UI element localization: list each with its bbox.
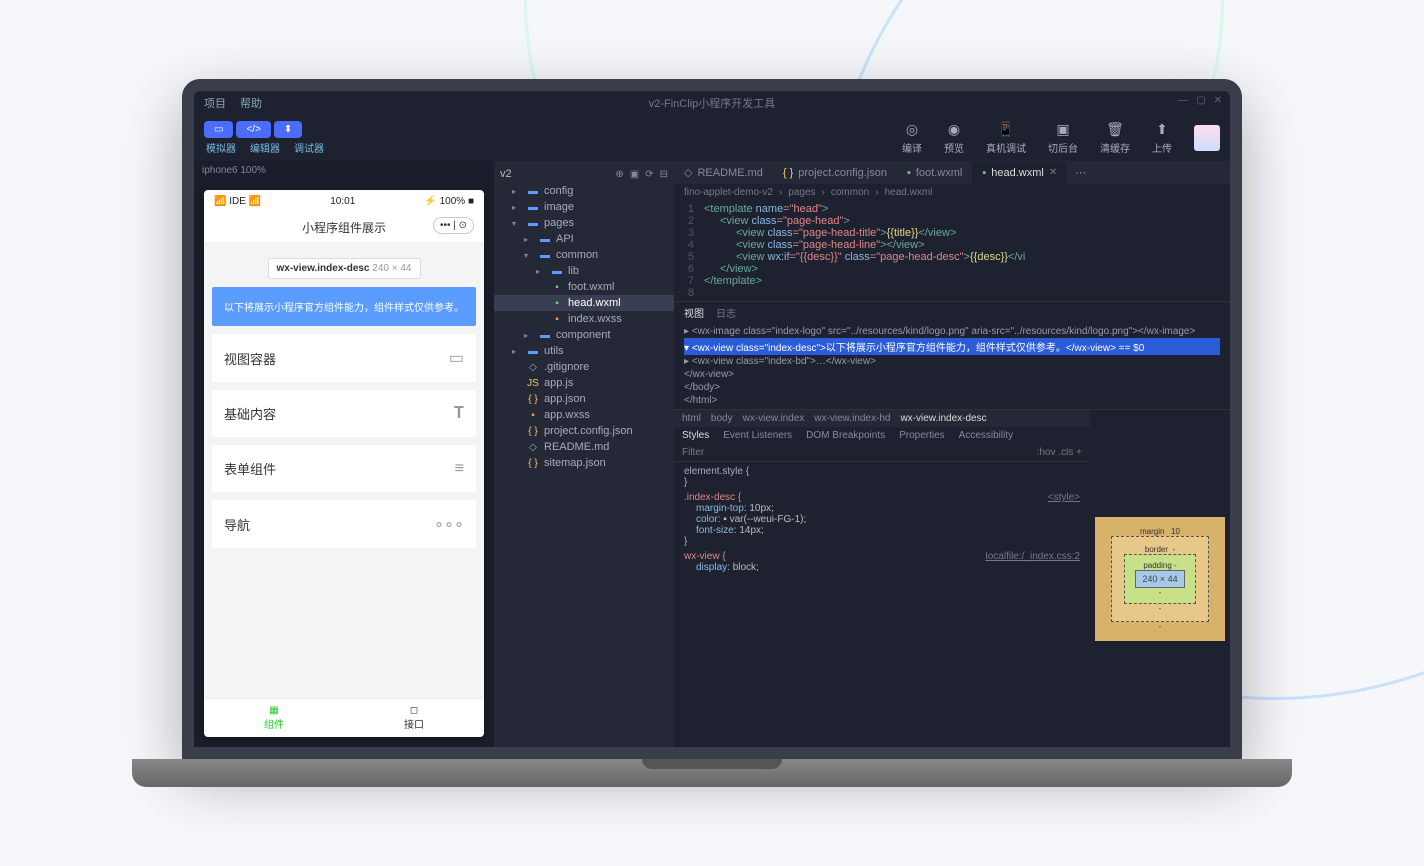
tab-project-config[interactable]: { } project.config.json [773, 162, 897, 184]
mode-editor[interactable]: </> [236, 121, 270, 138]
container-icon: ▭ [449, 348, 464, 368]
toolbar-clear-cache[interactable]: 🗑清缓存 [1100, 121, 1130, 155]
toolbar-remote-debug[interactable]: 📱真机调试 [986, 121, 1026, 155]
list-item[interactable]: 表单组件≡ [212, 445, 476, 492]
tree-folder[interactable]: ▸▬API [494, 231, 674, 247]
tree-folder[interactable]: ▸▬utils [494, 343, 674, 359]
subtab-accessibility[interactable]: Accessibility [959, 430, 1013, 441]
toolbar-preview[interactable]: ◉预览 [944, 121, 964, 155]
editor-tabs: ◇ README.md { } project.config.json ▪ fo… [674, 161, 1230, 184]
window-title: v2-FinClip小程序开发工具 [649, 95, 776, 111]
filter-toggles[interactable]: :hov .cls + [1037, 447, 1082, 458]
tree-file[interactable]: ▪foot.wxml [494, 279, 674, 295]
window-maximize[interactable]: ▢ [1196, 95, 1205, 106]
user-avatar[interactable] [1194, 125, 1220, 151]
ide-window: 项目 帮助 v2-FinClip小程序开发工具 — ▢ ✕ ▭ </> ⬍ [194, 91, 1230, 747]
window-close[interactable]: ✕ [1214, 95, 1222, 106]
list-item[interactable]: 导航∘∘∘ [212, 500, 476, 548]
phone-capsule[interactable]: ••• | ⊙ [433, 217, 474, 234]
phone-status-left: 📶 IDE 📶 [214, 196, 261, 207]
laptop-frame: 项目 帮助 v2-FinClip小程序开发工具 — ▢ ✕ ▭ </> ⬍ [182, 79, 1242, 787]
subtab-styles[interactable]: Styles [682, 430, 709, 441]
file-explorer: v2 ⊕ ▣ ⟳ ⊟ ▸▬config ▸▬image ▾▬pages ▸▬AP… [494, 161, 674, 747]
tree-folder[interactable]: ▸▬image [494, 199, 674, 215]
highlighted-element[interactable]: 以下将展示小程序官方组件能力，组件样式仅供参考。 [212, 287, 476, 326]
tree-file[interactable]: ▪index.wxss [494, 311, 674, 327]
subtab-event-listeners[interactable]: Event Listeners [723, 430, 792, 441]
devtools-panel: htmlbodywx-view.indexwx-view.index-hdwx-… [674, 409, 1230, 747]
element-crumbs[interactable]: htmlbodywx-view.indexwx-view.index-hdwx-… [674, 410, 1090, 427]
mode-simulator[interactable]: ▭ [204, 121, 233, 138]
box-model: margin 10 border - padding - 240 × 44 - … [1090, 410, 1230, 747]
dom-tree[interactable]: ▸ <wx-image class="index-logo" src="../r… [674, 323, 1230, 409]
tab-head[interactable]: ▪ head.wxml✕ [972, 162, 1067, 184]
editor-area: ◇ README.md { } project.config.json ▪ fo… [674, 161, 1230, 747]
dom-inspector: 视图 日志 ▸ <wx-image class="index-logo" src… [674, 301, 1230, 409]
nav-icon: ∘∘∘ [434, 514, 464, 534]
new-folder-icon[interactable]: ▣ [630, 169, 639, 180]
mode-debugger[interactable]: ⬍ [274, 121, 302, 138]
tree-folder[interactable]: ▾▬pages [494, 215, 674, 231]
subtab-properties[interactable]: Properties [899, 430, 945, 441]
subtab-dom-breakpoints[interactable]: DOM Breakpoints [806, 430, 885, 441]
simulator-panel: iphone6 100% 📶 IDE 📶 10:01 ⚡ 100% ■ 小程序组… [194, 161, 494, 747]
window-minimize[interactable]: — [1178, 95, 1188, 106]
mode-simulator-label: 模拟器 [206, 140, 236, 155]
list-item[interactable]: 视图容器▭ [212, 334, 476, 382]
tree-file[interactable]: ▪app.wxss [494, 407, 674, 423]
toolbar-upload[interactable]: ⬆上传 [1152, 121, 1172, 155]
close-icon[interactable]: ✕ [1049, 167, 1057, 178]
tree-file[interactable]: { }sitemap.json [494, 455, 674, 471]
menubar: 项目 帮助 v2-FinClip小程序开发工具 — ▢ ✕ [194, 91, 1230, 115]
tree-folder[interactable]: ▸▬component [494, 327, 674, 343]
tree-file[interactable]: { }app.json [494, 391, 674, 407]
simulator-device-info: iphone6 100% [194, 161, 494, 180]
toolbar-background[interactable]: ▣切后台 [1048, 121, 1078, 155]
tree-file[interactable]: { }project.config.json [494, 423, 674, 439]
code-editor[interactable]: 1<template name="head"> 2<view class="pa… [674, 201, 1230, 301]
tree-folder[interactable]: ▸▬lib [494, 263, 674, 279]
list-item[interactable]: 基础内容𝐓 [212, 390, 476, 437]
dom-tab-view[interactable]: 视图 [684, 305, 704, 320]
filter-input[interactable]: Filter [682, 447, 704, 458]
tree-folder[interactable]: ▸▬config [494, 183, 674, 199]
dom-tab-log[interactable]: 日志 [716, 305, 736, 320]
tree-file[interactable]: ◇.gitignore [494, 359, 674, 375]
text-icon: 𝐓 [454, 405, 464, 423]
form-icon: ≡ [455, 460, 464, 478]
phone-tab-api[interactable]: ◻接口 [344, 699, 484, 737]
styles-rules[interactable]: element.style { } <style>.index-desc { m… [674, 462, 1090, 577]
menu-help[interactable]: 帮助 [240, 95, 262, 111]
tabs-overflow[interactable]: ⋯ [1067, 162, 1094, 183]
tree-file[interactable]: ▪head.wxml [494, 295, 674, 311]
phone-page-title: 小程序组件展示 [302, 221, 386, 235]
devtools-subtabs: Styles Event Listeners DOM Breakpoints P… [674, 427, 1090, 444]
tree-file[interactable]: JSapp.js [494, 375, 674, 391]
phone-status-time: 10:01 [330, 196, 355, 207]
collapse-icon[interactable]: ⊟ [660, 169, 668, 180]
mode-debugger-label: 调试器 [294, 140, 324, 155]
breadcrumb: fino-applet-demo-v2 › pages › common › h… [674, 184, 1230, 201]
new-file-icon[interactable]: ⊕ [615, 169, 623, 180]
tab-foot[interactable]: ▪ foot.wxml [897, 162, 972, 184]
toolbar-compile[interactable]: ◎编译 [902, 121, 922, 155]
menu-project[interactable]: 项目 [204, 95, 226, 111]
toolbar: ▭ </> ⬍ 模拟器 编辑器 调试器 ◎编译 ◉预览 📱真机调试 ▣切后台 [194, 115, 1230, 161]
explorer-root[interactable]: v2 [500, 168, 512, 180]
tree-folder[interactable]: ▾▬common [494, 247, 674, 263]
refresh-icon[interactable]: ⟳ [645, 169, 653, 180]
phone-tab-component[interactable]: ▦组件 [204, 699, 344, 737]
tab-readme[interactable]: ◇ README.md [674, 161, 773, 184]
phone-status-right: ⚡ 100% ■ [424, 196, 474, 207]
inspect-tooltip: wx-view.index-desc 240 × 44 [268, 258, 421, 279]
mode-editor-label: 编辑器 [250, 140, 280, 155]
phone-preview: 📶 IDE 📶 10:01 ⚡ 100% ■ 小程序组件展示 ••• | ⊙ w [204, 190, 484, 737]
tree-file[interactable]: ◇README.md [494, 439, 674, 455]
